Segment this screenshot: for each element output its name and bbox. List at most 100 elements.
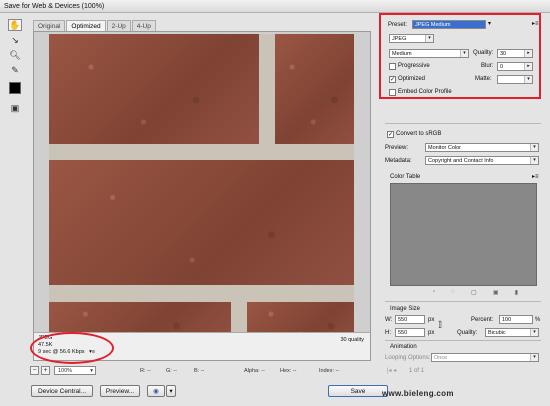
quality-value: 30 [500, 51, 507, 57]
highlight-ellipse [30, 332, 114, 364]
resample-quality-value: Bicubic [488, 330, 506, 336]
zoom-out-button[interactable]: − [30, 366, 39, 375]
brick-wall-image [49, 34, 354, 332]
chevron-down-icon: ▾ [530, 157, 538, 164]
constrain-proportions-icon[interactable]: ⟧ [438, 321, 442, 329]
globe-icon: ◉ [153, 388, 159, 395]
percent-label: Percent: [471, 317, 494, 323]
checkmark-icon: ✓ [390, 77, 396, 83]
height-label: H: [385, 330, 391, 336]
browser-preview-button[interactable]: ◉ [147, 385, 165, 397]
window-title: Save for Web & Devices (100%) [4, 3, 105, 10]
progressive-label: Progressive [398, 63, 430, 69]
tab-4-up[interactable]: 4-Up [131, 20, 156, 31]
chevron-down-icon: ▾ [530, 354, 538, 361]
preset-label: Preset: [388, 22, 408, 28]
convert-srgb-checkbox[interactable]: ✓ [387, 131, 394, 138]
percent-value: 100 [502, 317, 512, 323]
window-title-bar: Save for Web & Devices (100%) [0, 0, 550, 13]
convert-srgb-label: Convert to sRGB [396, 131, 442, 137]
preview-canvas[interactable]: JPEG 47.5K 9 sec @ 56.6 Kbps ▾≡ 30 quali… [33, 31, 371, 361]
zoom-in-button[interactable]: + [41, 366, 50, 375]
checkmark-icon: ✓ [388, 132, 394, 138]
image-size-title: Image Size [390, 306, 421, 312]
percent-unit: % [535, 317, 541, 323]
map-color-icon[interactable]: ▫ [433, 289, 435, 297]
format-select[interactable]: JPEG ▾ [389, 34, 434, 43]
preview-button[interactable]: Preview... [100, 385, 140, 397]
tab-2-up[interactable]: 2-Up [106, 20, 131, 31]
width-input[interactable]: 550 [395, 315, 425, 324]
chevron-down-icon: ▾ [460, 50, 468, 57]
zoom-level-value: 100% [58, 368, 73, 374]
quality-level-value: Medium [392, 51, 412, 57]
preview-color-value: Monitor Color [428, 145, 462, 151]
blue-readout: B: -- [194, 368, 205, 374]
chevron-down-icon: ▾ [90, 368, 93, 374]
status-bar: − + 100% ▾ R: -- G: -- B: -- Alpha: -- H… [30, 366, 375, 376]
device-central-button[interactable]: Device Central... [31, 385, 93, 397]
matte-label: Matte: [475, 76, 492, 82]
looping-options-value: Once [434, 355, 448, 361]
color-table-menu-icon[interactable]: ▸≡ [532, 173, 539, 181]
chevron-down-icon: ▾ [524, 76, 532, 83]
resample-quality-select[interactable]: Bicubic ▾ [485, 328, 539, 337]
save-button[interactable]: Save [328, 385, 388, 397]
embed-color-profile-checkbox[interactable] [389, 89, 396, 96]
trash-icon[interactable]: ▮ [515, 289, 518, 297]
browser-menu-button[interactable]: ▾ [166, 385, 176, 397]
quality-input[interactable]: 30 ▸ [497, 49, 533, 58]
height-input[interactable]: 550 [395, 328, 425, 337]
resample-quality-label: Quality: [457, 330, 478, 336]
quality-label: Quality: [473, 50, 494, 56]
chevron-down-icon: ▾ [169, 388, 173, 395]
preview-quality-note: 30 quality [340, 337, 364, 343]
color-table-toolbar: ▫ ◌ ▢ ▣ ▮ [433, 289, 518, 297]
optimized-checkbox[interactable]: ✓ [389, 76, 396, 83]
percent-input[interactable]: 100 [499, 315, 533, 324]
blur-input[interactable]: 0 ▸ [497, 62, 533, 71]
lock-color-icon[interactable]: ▢ [471, 289, 477, 297]
web-shift-icon[interactable]: ◌ [451, 289, 455, 297]
chevron-right-icon: ▸ [524, 63, 532, 70]
looping-options-select[interactable]: Once ▾ [431, 353, 539, 362]
metadata-value: Copyright and Contact Info [428, 158, 494, 164]
preset-value: JPEG Medium [415, 22, 451, 28]
chevron-down-icon[interactable]: ▾ [488, 20, 491, 28]
eyedropper-tool-icon[interactable]: ✎ [8, 64, 22, 76]
chevron-down-icon: ▾ [530, 144, 538, 151]
tab-original[interactable]: Original [33, 20, 66, 31]
first-frame-icon[interactable]: |◂ ◂ [387, 367, 396, 375]
preview-color-select[interactable]: Monitor Color ▾ [425, 143, 539, 152]
progressive-checkbox[interactable] [389, 63, 396, 70]
width-label: W: [385, 317, 393, 323]
zoom-level-select[interactable]: 100% ▾ [54, 366, 96, 375]
quality-level-select[interactable]: Medium ▾ [389, 49, 469, 58]
toggle-slices-icon[interactable]: ▣ [8, 102, 22, 114]
color-table[interactable] [390, 183, 537, 286]
matte-select[interactable]: ▾ [497, 75, 533, 84]
red-readout: R: -- [140, 368, 151, 374]
eyedropper-color-swatch[interactable] [9, 82, 21, 94]
panel-menu-icon[interactable]: ▸≡ [532, 20, 539, 28]
hand-tool-icon[interactable]: ✋ [8, 19, 22, 31]
new-color-icon[interactable]: ▣ [493, 289, 499, 297]
blur-value: 0 [500, 64, 504, 70]
chevron-right-icon: ▸ [524, 50, 532, 57]
tab-optimized[interactable]: Optimized [66, 20, 106, 31]
height-unit: px [428, 330, 435, 336]
preset-select[interactable]: JPEG Medium [412, 20, 486, 29]
preview-color-label: Preview: [385, 145, 409, 151]
metadata-label: Metadata: [385, 158, 412, 164]
metadata-select[interactable]: Copyright and Contact Info ▾ [425, 156, 539, 165]
frame-counter: 1 of 1 [409, 368, 425, 374]
green-readout: G: -- [166, 368, 177, 374]
chevron-down-icon: ▾ [425, 35, 433, 42]
height-value: 550 [398, 330, 408, 336]
blur-label: Blur: [481, 63, 494, 69]
width-value: 550 [398, 317, 408, 323]
view-tabs: Original Optimized 2-Up 4-Up [33, 20, 157, 31]
slice-select-tool-icon[interactable]: ↘ [8, 34, 22, 46]
embed-color-profile-label: Embed Color Profile [398, 89, 452, 95]
zoom-tool-icon[interactable]: 🔍︎ [8, 49, 22, 61]
